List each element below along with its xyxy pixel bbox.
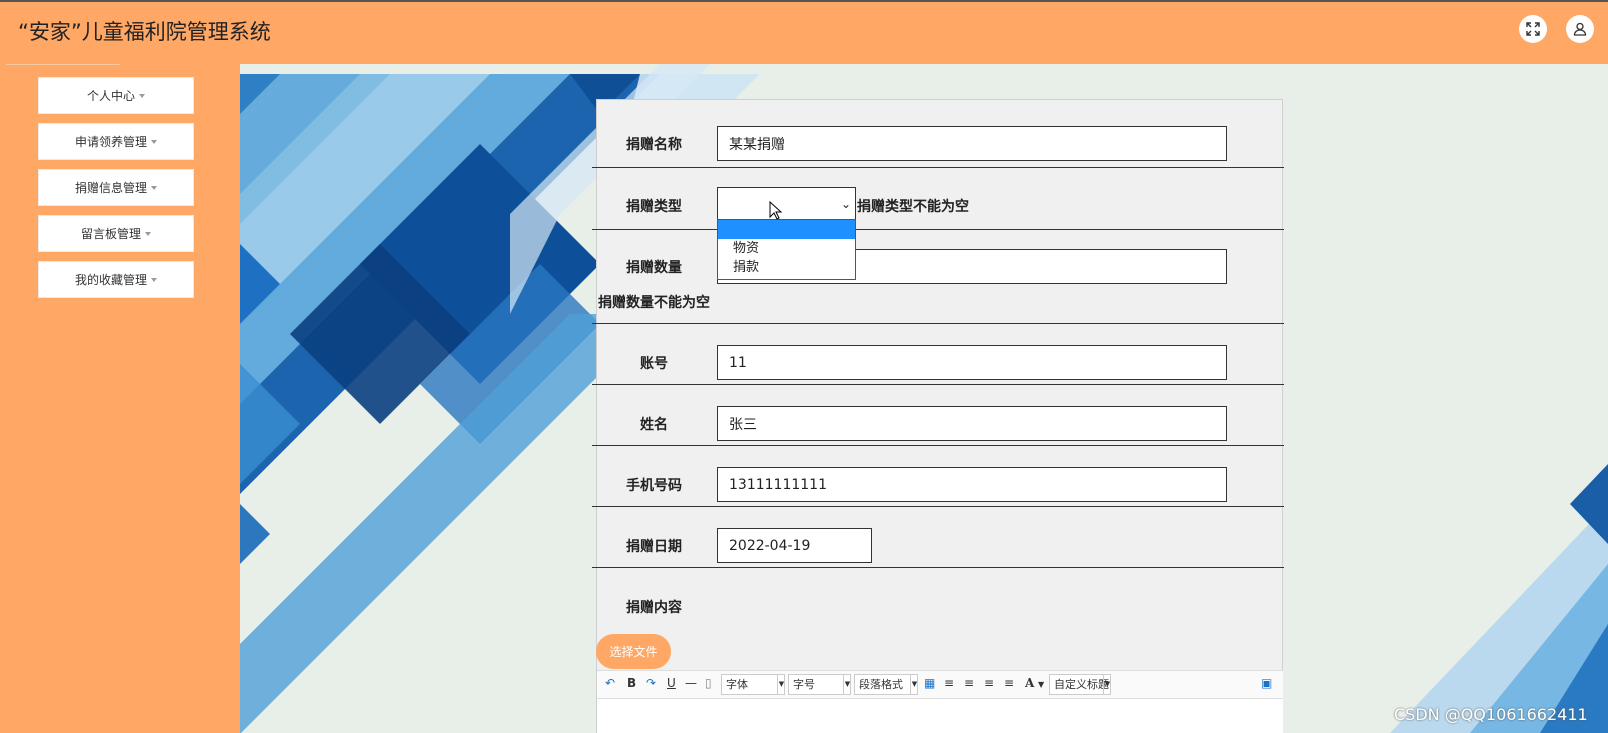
custom-title-value: 自定义标题 [1054, 678, 1109, 691]
dropdown-option-money[interactable]: 捐款 [718, 258, 855, 277]
sidebar-item-label: 留言板管理 [80, 227, 141, 241]
bold-button[interactable]: B [627, 676, 636, 690]
table-icon[interactable]: ▦ [924, 676, 935, 690]
donation-date-value: 2022-04-19 [729, 537, 811, 554]
sidebar-item-label: 申请领养管理 [74, 135, 147, 149]
choose-file-button[interactable]: 选择文件 [596, 634, 671, 669]
align-right-icon[interactable]: ≡ [964, 676, 974, 690]
donation-name-value: 某某捐赠 [729, 136, 785, 153]
chevron-down-icon: ▼ [910, 674, 918, 695]
account-value: 11 [729, 354, 747, 371]
name-value: 张三 [729, 416, 757, 433]
editor-toolbar: ↶ B ↷ U — ▯ 字体 ▼ 字号 ▼ 段落格式 ▼ ▦ ≡ ≡ ≡ ≡ A ▼ … [597, 670, 1283, 699]
name-label: 姓名 [640, 417, 668, 433]
name-input[interactable]: 张三 [717, 406, 1227, 441]
phone-label: 手机号码 [626, 478, 682, 494]
row-divider [592, 229, 1284, 230]
horizontal-rule-icon[interactable]: — [685, 676, 697, 690]
document-icon[interactable]: ▯ [705, 676, 712, 690]
donation-quantity-label: 捐赠数量 [626, 260, 682, 276]
sidebar-item-personal-center[interactable]: 个人中心 [38, 77, 194, 114]
row-divider [592, 167, 1284, 168]
paragraph-format-select[interactable]: 段落格式 ▼ [854, 674, 918, 695]
caret-down-icon [151, 185, 157, 190]
phone-value: 13111111111 [729, 476, 827, 493]
align-justify-icon[interactable]: ≡ [1004, 676, 1014, 690]
row-divider [592, 384, 1284, 385]
chevron-down-icon: ▼ [843, 674, 851, 695]
row-divider [592, 567, 1284, 568]
preview-icon[interactable]: ▣ [1261, 676, 1272, 690]
top-header: “安家”儿童福利院管理系统 [0, 0, 1608, 64]
donation-quantity-error: 捐赠数量不能为空 [598, 295, 710, 311]
editor-content-area[interactable] [597, 699, 1283, 733]
donation-type-dropdown: 物资 捐款 [717, 219, 856, 280]
chevron-down-icon: ▼ [1038, 680, 1045, 689]
sidebar-item-label: 个人中心 [86, 89, 135, 103]
dropdown-option-materials[interactable]: 物资 [718, 239, 855, 258]
account-label: 账号 [640, 356, 668, 372]
app-title: “安家”儿童福利院管理系统 [18, 20, 271, 44]
chevron-down-icon: ▼ [1103, 674, 1111, 695]
paragraph-format-value: 段落格式 [859, 678, 903, 691]
font-family-select[interactable]: 字体 ▼ [721, 674, 785, 695]
watermark: CSDN @QQ1061662411 [1394, 705, 1588, 724]
font-size-select[interactable]: 字号 ▼ [788, 674, 851, 695]
mouse-cursor-icon [769, 201, 783, 220]
phone-input[interactable]: 13111111111 [717, 467, 1227, 502]
sidebar-item-label: 我的收藏管理 [74, 273, 147, 287]
caret-down-icon [151, 139, 157, 144]
dropdown-option-empty[interactable] [718, 220, 855, 239]
sidebar-item-label: 捐赠信息管理 [74, 181, 147, 195]
donation-content-label: 捐赠内容 [626, 600, 682, 616]
donation-type-label: 捐赠类型 [626, 199, 682, 215]
font-family-value: 字体 [726, 678, 748, 691]
align-left-icon[interactable]: ≡ [944, 676, 954, 690]
caret-down-icon [145, 231, 151, 236]
donation-date-label: 捐赠日期 [626, 539, 682, 555]
row-divider [592, 445, 1284, 446]
user-icon[interactable] [1566, 15, 1594, 43]
align-center-icon[interactable]: ≡ [984, 676, 994, 690]
sidebar-item-adoption-management[interactable]: 申请领养管理 [38, 123, 194, 160]
redo-icon[interactable]: ↷ [646, 676, 656, 690]
fullscreen-icon[interactable] [1519, 15, 1547, 43]
donation-type-select[interactable]: ⌄ [717, 187, 856, 222]
chevron-down-icon: ▼ [777, 674, 785, 695]
chevron-down-icon: ⌄ [840, 197, 851, 211]
sidebar-item-donation-management[interactable]: 捐赠信息管理 [38, 169, 194, 206]
undo-icon[interactable]: ↶ [605, 676, 615, 690]
sidebar-item-favorites[interactable]: 我的收藏管理 [38, 261, 194, 298]
donation-type-error: 捐赠类型不能为空 [857, 199, 969, 215]
account-input[interactable]: 11 [717, 345, 1227, 380]
caret-down-icon [151, 277, 157, 282]
font-size-value: 字号 [793, 678, 815, 691]
row-divider [592, 506, 1284, 507]
caret-down-icon [139, 93, 145, 98]
donation-name-input[interactable]: 某某捐赠 [717, 126, 1227, 161]
sidebar-divider [6, 64, 120, 65]
row-divider [592, 323, 1284, 324]
custom-title-select[interactable]: 自定义标题 ▼ [1049, 674, 1111, 695]
sidebar-item-message-board[interactable]: 留言板管理 [38, 215, 194, 252]
sidebar: 个人中心 申请领养管理 捐赠信息管理 留言板管理 我的收藏管理 [0, 64, 240, 733]
donation-date-input[interactable]: 2022-04-19 [717, 528, 872, 563]
underline-button[interactable]: U [667, 676, 676, 690]
donation-name-label: 捐赠名称 [626, 137, 682, 153]
font-color-button[interactable]: A [1025, 676, 1034, 690]
